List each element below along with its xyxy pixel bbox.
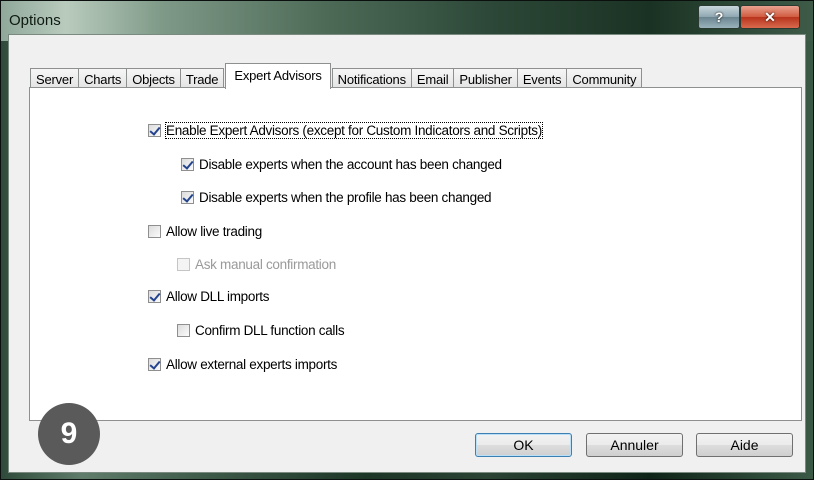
disable-on-account-change-label: Disable experts when the account has bee… <box>199 157 502 172</box>
help-action-button[interactable]: Aide <box>696 433 793 457</box>
tab-strip: Server Charts Objects Trade Expert Advis… <box>30 63 643 89</box>
ok-button[interactable]: OK <box>475 433 572 457</box>
disable-on-profile-change-option[interactable]: Disable experts when the profile has bee… <box>181 190 492 205</box>
tab-server[interactable]: Server <box>30 68 80 89</box>
close-icon: ✕ <box>764 8 776 25</box>
allow-live-trading-checkbox[interactable] <box>148 225 161 238</box>
question-mark-icon: ? <box>714 9 724 25</box>
enable-expert-advisors-option[interactable]: Enable Expert Advisors (except for Custo… <box>148 122 543 139</box>
ask-manual-confirmation-checkbox <box>177 258 190 271</box>
tab-email[interactable]: Email <box>410 68 455 89</box>
allow-live-trading-option[interactable]: Allow live trading <box>148 224 262 239</box>
allow-external-imports-label: Allow external experts imports <box>166 357 338 372</box>
options-window: Options ? ✕ Server Charts Objects Trade … <box>0 0 814 480</box>
allow-dll-imports-option[interactable]: Allow DLL imports <box>148 289 269 304</box>
ask-manual-confirmation-option: Ask manual confirmation <box>177 257 336 272</box>
enable-expert-advisors-checkbox[interactable] <box>148 124 161 137</box>
allow-dll-imports-label: Allow DLL imports <box>166 289 270 304</box>
tab-notifications[interactable]: Notifications <box>331 68 412 89</box>
enable-expert-advisors-label: Enable Expert Advisors (except for Custo… <box>165 122 543 139</box>
tab-publisher[interactable]: Publisher <box>453 68 518 89</box>
tab-trade[interactable]: Trade <box>179 68 225 89</box>
ask-manual-confirmation-label: Ask manual confirmation <box>195 257 336 272</box>
tab-objects[interactable]: Objects <box>126 68 181 89</box>
allow-dll-imports-checkbox[interactable] <box>148 290 161 303</box>
tab-community[interactable]: Community <box>566 68 643 89</box>
tab-charts[interactable]: Charts <box>78 68 128 89</box>
allow-live-trading-label: Allow live trading <box>166 224 262 239</box>
disable-on-profile-change-checkbox[interactable] <box>181 191 194 204</box>
window-title: Options <box>9 12 61 29</box>
tab-events[interactable]: Events <box>516 68 568 89</box>
allow-external-imports-checkbox[interactable] <box>148 358 161 371</box>
close-button[interactable]: ✕ <box>740 5 800 29</box>
allow-external-imports-option[interactable]: Allow external experts imports <box>148 357 337 372</box>
step-number-badge: 9 <box>38 403 100 465</box>
help-button[interactable]: ? <box>698 5 740 29</box>
cancel-button[interactable]: Annuler <box>586 433 683 457</box>
disable-on-account-change-checkbox[interactable] <box>181 158 194 171</box>
confirm-dll-calls-option[interactable]: Confirm DLL function calls <box>177 323 345 338</box>
disable-on-account-change-option[interactable]: Disable experts when the account has bee… <box>181 157 502 172</box>
disable-on-profile-change-label: Disable experts when the profile has bee… <box>199 190 492 205</box>
confirm-dll-calls-checkbox[interactable] <box>177 324 190 337</box>
confirm-dll-calls-label: Confirm DLL function calls <box>195 323 345 338</box>
tab-expert-advisors[interactable]: Expert Advisors <box>225 63 331 89</box>
